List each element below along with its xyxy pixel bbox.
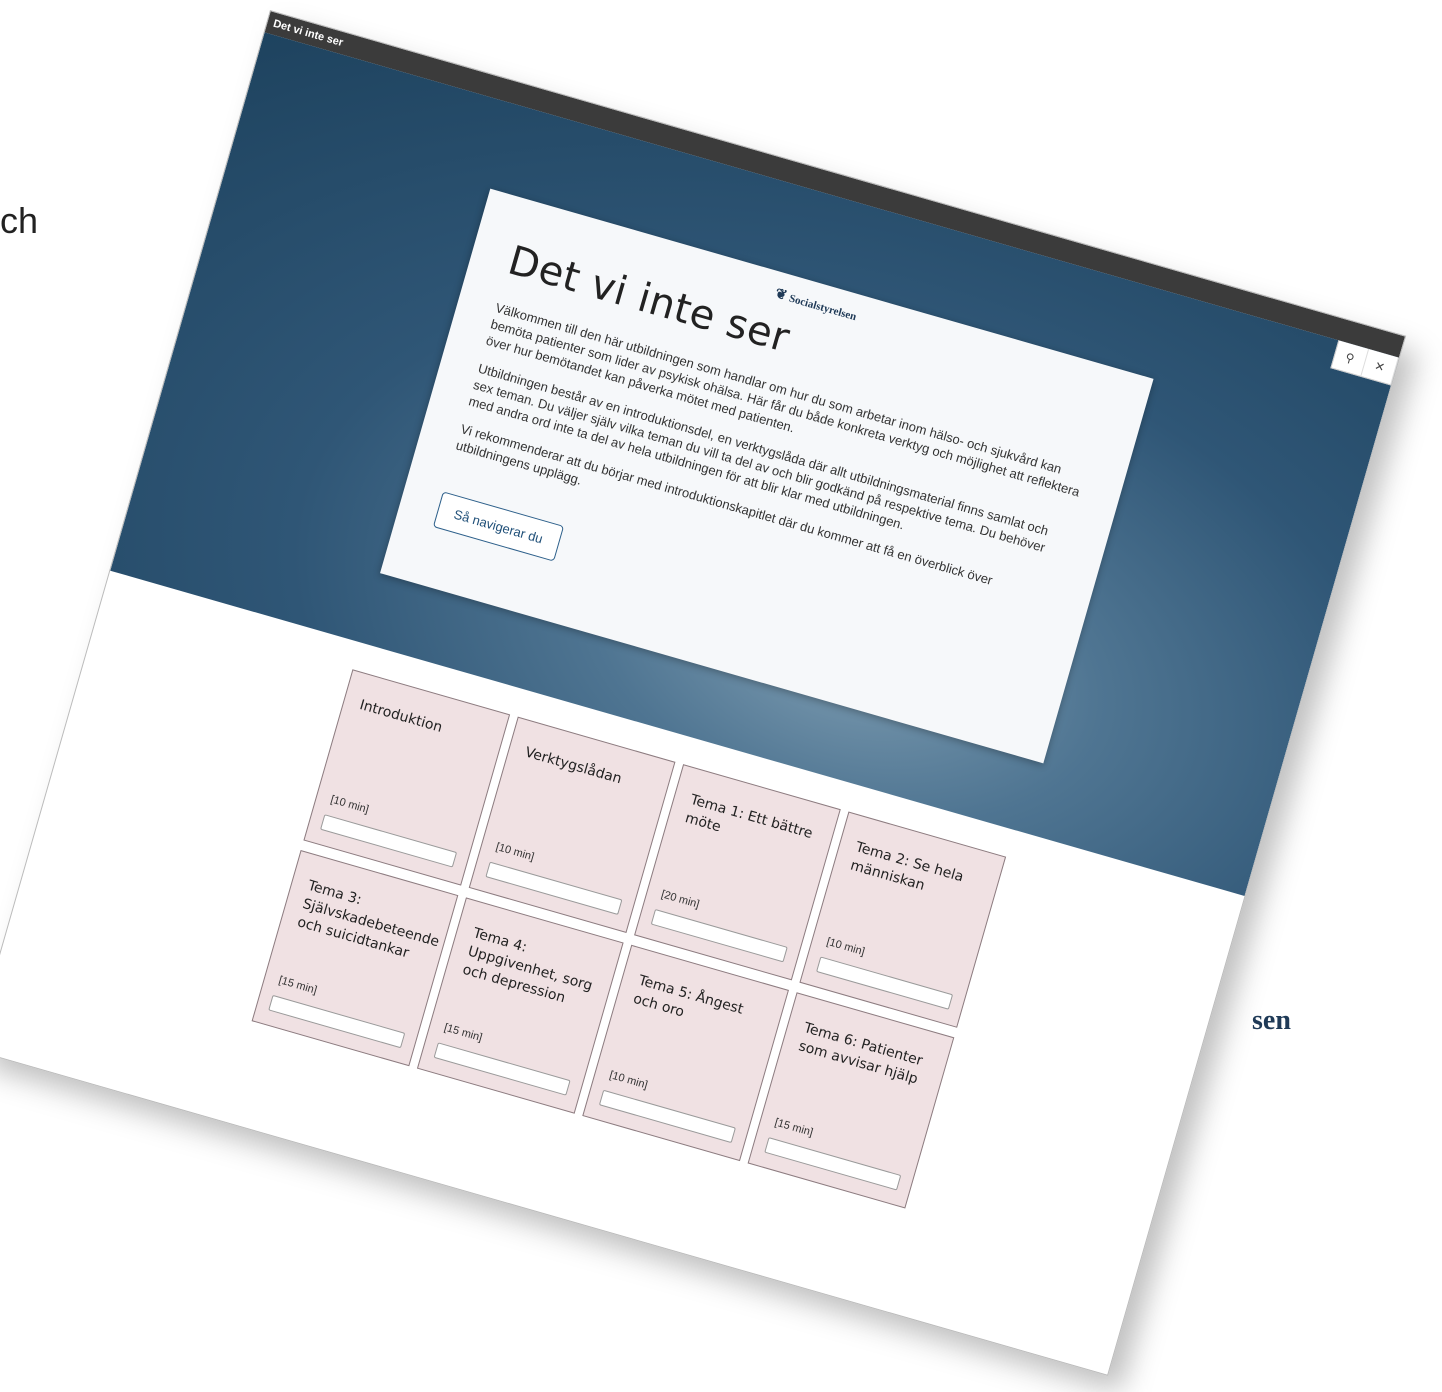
tile-progress-bar	[320, 814, 458, 868]
tile-title: Tema 3: Självskadebeteende och suicidtan…	[295, 877, 442, 962]
tile-duration: [10 min]	[825, 935, 867, 959]
slide-logo-fragment: sen	[1252, 1005, 1291, 1036]
tile-progress-bar	[816, 956, 954, 1010]
tile-title: Tema 4: Uppgivenhet, sorg och depression	[460, 925, 595, 1007]
tile-duration: [10 min]	[607, 1069, 649, 1092]
tile-progress-bar	[764, 1137, 902, 1191]
tile-duration: [15 min]	[442, 1021, 484, 1045]
tile-progress-bar	[485, 861, 623, 915]
slide-text-fragment-left: ch	[0, 200, 39, 241]
tile-duration: [15 min]	[277, 974, 319, 997]
tile-title: Introduktion	[357, 697, 445, 736]
tile-title: Tema 1: Ett bättre möte	[683, 791, 815, 843]
tile-progress-bar	[268, 994, 406, 1049]
tile-title: Tema 2: Se hela människan	[848, 839, 966, 894]
course-window: Det vi inte ser ⚲ ✕ ❦Socialstyrelsen Det…	[0, 10, 1407, 1376]
logo-icon: ❦	[773, 286, 789, 305]
tile-title: Tema 6: Patienter som avvisar hjälp	[796, 1019, 925, 1088]
tile-duration: [10 min]	[329, 793, 371, 816]
tile-duration: [20 min]	[659, 888, 701, 911]
tile-title: Verktygslådan	[523, 744, 624, 788]
navigation-help-button[interactable]: Så navigerar du	[432, 491, 564, 562]
tile-progress-bar	[433, 1042, 571, 1096]
tile-duration: [15 min]	[773, 1116, 815, 1139]
tile-duration: [10 min]	[494, 840, 536, 864]
tile-progress-bar	[598, 1089, 736, 1144]
tile-progress-bar	[650, 908, 788, 963]
tile-title: Tema 5: Ångest och oro	[631, 972, 746, 1021]
